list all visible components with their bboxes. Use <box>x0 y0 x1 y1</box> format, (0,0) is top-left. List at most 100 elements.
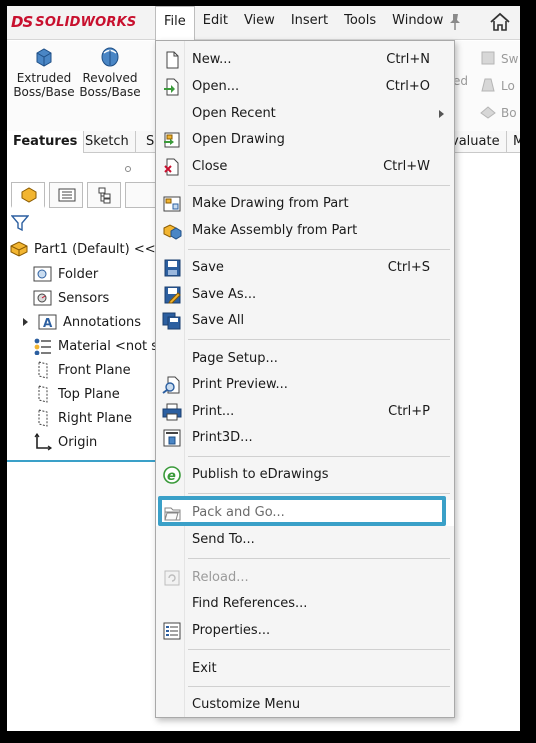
pack-and-go-highlight-box <box>158 496 446 526</box>
tab-sketch[interactable]: Sketch <box>79 131 136 153</box>
tree-item-annotations[interactable]: A Annotations <box>19 311 141 333</box>
tree-item-label: Folder <box>58 266 99 282</box>
ribbon-partial-bo: Bo <box>501 106 517 120</box>
menu-insert[interactable]: Insert <box>283 6 336 40</box>
menu-item-print-preview[interactable]: Print Preview... <box>156 372 454 398</box>
tree-root-part[interactable]: Part1 (Default) <<De <box>9 238 174 260</box>
menu-item-label: Open Recent <box>192 106 276 121</box>
menu-separator <box>188 456 450 457</box>
tree-item-sensors[interactable]: Sensors <box>33 287 109 309</box>
solidworks-logo[interactable]: DS SOLIDWORKS <box>11 12 136 32</box>
pin-icon[interactable] <box>447 13 463 31</box>
plane-icon <box>38 385 48 403</box>
svg-text:e: e <box>167 469 176 484</box>
tree-item-label: Top Plane <box>58 386 120 402</box>
ribbon-partial-lo: Lo <box>501 79 515 93</box>
solidworks-window: DS SOLIDWORKS File Edit View Insert Tool… <box>7 6 520 731</box>
menu-item-new[interactable]: New... Ctrl+N <box>156 47 454 73</box>
tree-item-label: Origin <box>58 434 98 450</box>
panel-splitter[interactable] <box>7 156 157 178</box>
menu-item-open-recent[interactable]: Open Recent <box>156 101 454 127</box>
menu-shortcut: Ctrl+O <box>385 79 430 94</box>
tab-evaluate[interactable]: valuate <box>451 131 507 153</box>
menu-item-make-assembly[interactable]: Make Assembly from Part <box>156 218 454 244</box>
menu-item-exit[interactable]: Exit <box>156 656 454 682</box>
menu-item-find-references[interactable]: Find References... <box>156 591 454 617</box>
menu-file[interactable]: File <box>155 6 195 41</box>
menu-item-label: Open... <box>192 79 240 94</box>
save-as-icon <box>164 286 181 304</box>
svg-text:A: A <box>43 316 53 330</box>
property-list-icon <box>58 188 76 202</box>
material-icon <box>34 338 51 355</box>
menu-item-open-drawing[interactable]: Open Drawing <box>156 127 454 153</box>
menu-item-label: New... <box>192 52 232 67</box>
menu-separator <box>188 686 450 687</box>
menu-separator <box>188 493 450 494</box>
menu-item-save[interactable]: Save Ctrl+S <box>156 255 454 281</box>
propertymanager-tab[interactable] <box>49 182 83 208</box>
loft-icon <box>481 78 495 92</box>
menu-item-properties[interactable]: Properties... <box>156 618 454 644</box>
menu-shortcut: Ctrl+P <box>388 404 430 419</box>
menu-edit[interactable]: Edit <box>195 6 236 40</box>
tree-root-label: Part1 (Default) <<De <box>34 241 174 257</box>
close-document-icon <box>164 158 179 176</box>
extruded-boss-label: Extruded Boss/Base <box>13 71 75 99</box>
menu-item-print[interactable]: Print... Ctrl+P <box>156 399 454 425</box>
tab-partial-m[interactable]: M <box>507 131 520 153</box>
menu-shortcut: Ctrl+N <box>386 52 430 67</box>
menu-item-close[interactable]: Close Ctrl+W <box>156 154 454 180</box>
tree-item-top-plane[interactable]: Top Plane <box>33 383 120 405</box>
tree-item-label: Right Plane <box>58 410 133 426</box>
make-drawing-icon <box>163 196 181 212</box>
menu-item-page-setup[interactable]: Page Setup... <box>156 346 454 372</box>
menu-item-send-to[interactable]: Send To... <box>156 527 454 553</box>
menu-tools[interactable]: Tools <box>336 6 384 40</box>
featuremanager-tab[interactable] <box>11 182 45 208</box>
menu-item-publish-edrawings[interactable]: e Publish to eDrawings <box>156 462 454 488</box>
menu-item-open[interactable]: Open... Ctrl+O <box>156 74 454 100</box>
configurationmanager-tab[interactable] <box>87 182 121 208</box>
menu-item-customize-menu[interactable]: Customize Menu <box>156 692 454 718</box>
menu-window[interactable]: Window <box>384 6 451 40</box>
tree-item-label: Material <not sp <box>58 338 167 354</box>
extruded-boss-button[interactable]: Extruded Boss/Base <box>11 45 77 99</box>
printer-icon <box>162 403 182 421</box>
home-icon[interactable] <box>489 11 511 33</box>
tree-item-origin[interactable]: Origin <box>33 431 97 453</box>
menu-item-make-drawing[interactable]: Make Drawing from Part <box>156 191 454 217</box>
filter-icon[interactable] <box>11 214 29 232</box>
menu-item-print3d[interactable]: Print3D... <box>156 425 454 451</box>
menu-bar: File Edit View Insert Tools Window <box>155 6 451 41</box>
menu-shortcut: Ctrl+S <box>387 260 430 275</box>
menu-view[interactable]: View <box>236 6 283 40</box>
menu-item-save-all[interactable]: Save All <box>156 308 454 334</box>
menu-item-label: Save All <box>192 313 245 328</box>
part-icon <box>10 241 28 257</box>
folder-icon <box>33 266 52 282</box>
splitter-handle-icon <box>125 166 131 172</box>
menu-item-label: Print Preview... <box>192 377 288 392</box>
tree-item-material[interactable]: Material <not sp <box>33 335 166 357</box>
title-bar: DS SOLIDWORKS File Edit View Insert Tool… <box>7 6 520 41</box>
menu-item-label: Publish to eDrawings <box>192 467 329 482</box>
sensors-icon <box>33 290 52 306</box>
sweep-icon <box>481 51 495 65</box>
tree-item-folder[interactable]: Folder <box>33 263 98 285</box>
revolved-boss-button[interactable]: Revolved Boss/Base <box>77 45 143 99</box>
ds-logo-mark: DS <box>11 13 33 31</box>
tree-item-front-plane[interactable]: Front Plane <box>33 359 131 381</box>
revolve-icon <box>101 47 119 67</box>
tree-item-right-plane[interactable]: Right Plane <box>33 407 132 429</box>
submenu-arrow-icon <box>439 110 444 118</box>
save-icon <box>164 259 181 277</box>
tab-features[interactable]: Features <box>7 131 85 153</box>
menu-item-save-as[interactable]: Save As... <box>156 282 454 308</box>
file-menu-dropdown: New... Ctrl+N Open... Ctrl+O Open Recent… <box>155 40 455 718</box>
expand-arrow-icon[interactable] <box>19 315 33 329</box>
tree-item-label: Front Plane <box>58 362 131 378</box>
dimxpert-tab[interactable] <box>125 182 157 208</box>
menu-shortcut: Ctrl+W <box>383 159 430 174</box>
menu-item-label: Reload... <box>192 570 249 585</box>
